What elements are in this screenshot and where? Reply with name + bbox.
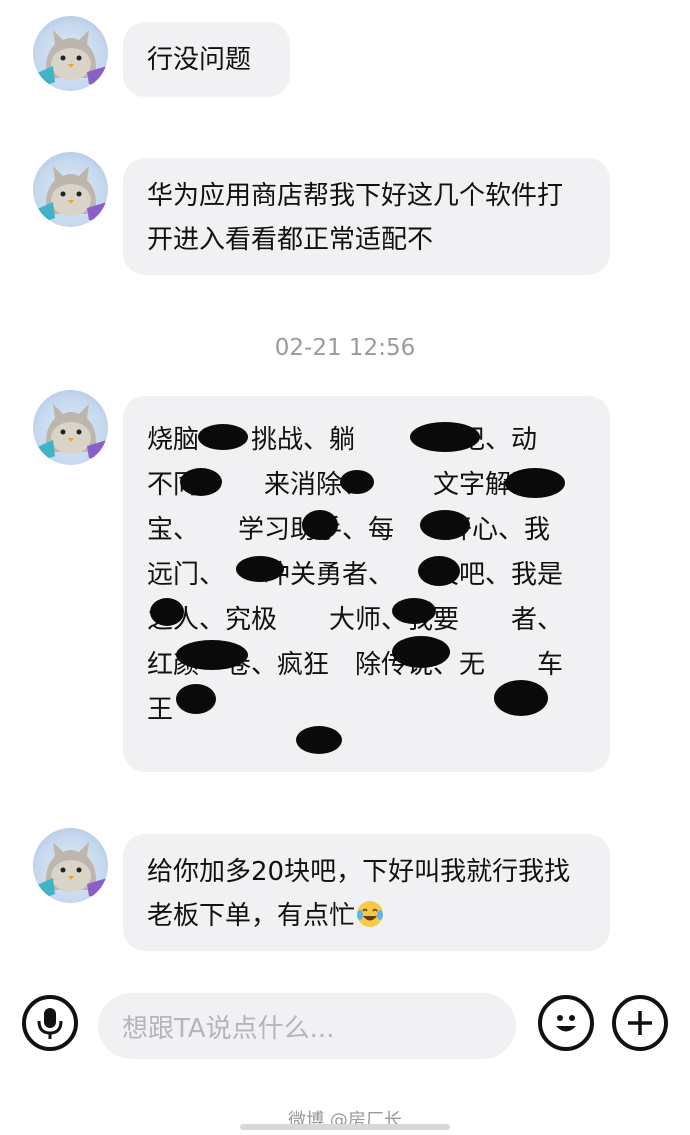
redaction-mark	[150, 598, 184, 626]
avatar[interactable]	[33, 828, 108, 903]
more-button[interactable]	[612, 995, 668, 1051]
redaction-mark	[198, 424, 248, 450]
message-bubble: 华为应用商店帮我下好这几个软件打开进入看看都正常适配不	[123, 158, 610, 275]
input-placeholder: 想跟TA说点什么...	[122, 1013, 335, 1044]
avatar[interactable]	[33, 390, 108, 465]
redaction-mark	[302, 510, 338, 540]
cat-avatar-icon	[35, 842, 107, 900]
redaction-mark	[340, 470, 374, 494]
redaction-mark	[296, 726, 342, 754]
message-text: 华为应用商店帮我下好这几个软件打开进入看看都正常适配不	[147, 181, 564, 255]
redaction-mark	[392, 636, 450, 668]
redaction-mark	[180, 468, 222, 496]
redaction-mark	[494, 680, 548, 716]
redaction-mark	[420, 510, 470, 540]
message-input[interactable]: 想跟TA说点什么...	[98, 993, 516, 1059]
redaction-mark	[505, 468, 565, 498]
redaction-mark	[418, 556, 460, 586]
smiley-icon	[556, 1015, 576, 1032]
message-bubble: 给你加多20块吧，下好叫我就行我找老板下单，有点忙	[123, 834, 610, 951]
message-input-bar: 想跟TA说点什么...	[0, 993, 690, 1075]
plus-icon	[628, 1011, 652, 1035]
redaction-mark	[392, 598, 436, 624]
emoji-button[interactable]	[538, 995, 594, 1051]
redaction-mark	[176, 684, 216, 714]
cat-avatar-icon	[35, 30, 107, 88]
voice-button[interactable]	[22, 995, 78, 1051]
cat-avatar-icon	[35, 166, 107, 224]
message-bubble: 行没问题	[123, 22, 290, 97]
cat-avatar-icon	[35, 404, 107, 462]
home-indicator[interactable]	[240, 1124, 450, 1130]
avatar[interactable]	[33, 152, 108, 227]
crying-laughing-emoji-icon	[357, 901, 384, 927]
timestamp: 02-21 12:56	[274, 335, 416, 361]
message-bubble: 烧脑 挑战、躺 日记、动 不同、 来消除、 文字解谜、 宝、 学习助手、每 开心…	[123, 396, 615, 772]
avatar[interactable]	[33, 16, 108, 91]
redaction-mark	[410, 422, 480, 452]
redaction-mark	[176, 640, 248, 670]
redaction-mark	[236, 556, 284, 582]
message-text: 行没问题	[147, 45, 252, 75]
microphone-icon	[37, 1008, 63, 1039]
